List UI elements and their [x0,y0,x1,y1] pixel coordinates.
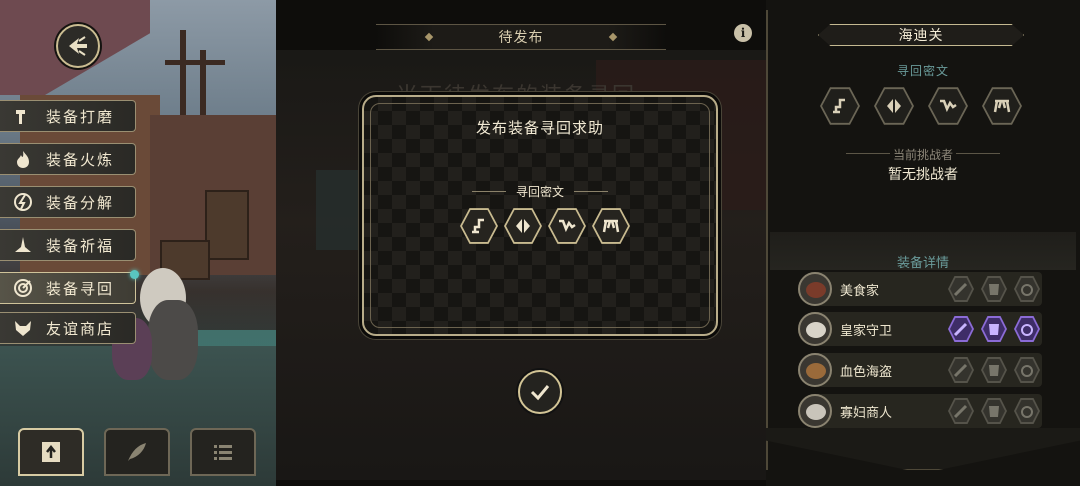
pray-icon [10,234,36,256]
equipment-slots [948,357,1040,383]
armor-slot-icon [981,276,1007,302]
scene-character-body [148,300,198,380]
equipment-row[interactable]: 血色海盗 [798,353,1042,387]
confirm-button[interactable] [518,370,562,414]
sword-slot-icon [948,398,974,424]
info-button[interactable]: i [734,24,752,42]
tab-pending-label: 待发布 [498,30,544,46]
armor-slot-icon [981,357,1007,383]
cipher-label: 寻回密文 [515,185,564,199]
equipment-owner-name: 美食家 [840,284,880,299]
notification-dot [130,270,139,279]
sidebar-item-shop[interactable]: 友谊商店 [0,312,136,344]
armor-slot-icon [981,398,1007,424]
rune-1-icon [820,87,860,125]
scene-crate [205,190,249,260]
upload-icon [42,442,60,462]
sidebar-item-recover[interactable]: 装备寻回 [0,270,139,304]
equipment-slots [948,316,1040,342]
ring-slot-icon [1014,316,1040,342]
ring-slot-icon [1014,357,1040,383]
target-icon [10,277,36,299]
sidebar-item-polish[interactable]: 装备打磨 [0,100,136,132]
fox-icon [10,317,36,339]
equipment-slots [948,398,1040,424]
rune-3-icon[interactable] [548,208,586,244]
sidebar-item-label: 装备火炼 [46,150,115,169]
publish-dialog: 发布装备寻回求助 寻回密文 [362,95,718,336]
feather-tab-button[interactable] [104,428,170,476]
challenger-value: 暂无挑战者 [888,167,958,183]
avatar [798,312,832,346]
dialog-title: 发布装备寻回求助 [475,119,604,137]
right-cipher-glyphs [820,86,1022,126]
challenger-section: 当前挑战者 [766,146,1080,163]
sidebar-item-label: 装备寻回 [46,279,115,298]
sidebar-item-label: 装备祈福 [46,236,115,255]
equipment-row[interactable]: 寡妇商人 [798,394,1042,428]
sidebar-item-forge[interactable]: 装备火炼 [0,143,136,175]
divider-line [956,153,1000,154]
divider-line [472,191,506,192]
divider-line [846,153,890,154]
ornament-diamond [424,32,434,42]
list-tab-button[interactable] [190,428,256,476]
rune-4-icon [982,87,1022,125]
equipment-slots [948,276,1040,302]
equipment-owner-name: 寡妇商人 [840,406,893,421]
challenger-label: 当前挑战者 [892,148,953,162]
equipment-details-label: 装备详情 [896,256,949,271]
tab-pending[interactable]: 待发布 [376,24,666,50]
ornament-diamond [608,32,618,42]
rune-1-icon[interactable] [460,208,498,244]
equipment-owner-name: 皇家守卫 [840,324,893,339]
equipment-row[interactable]: 美食家 [798,272,1042,306]
avatar [798,272,832,306]
ring-slot-icon [1014,276,1040,302]
equipment-owner-name: 血色海盗 [840,365,893,380]
divider-line [574,191,608,192]
feather-icon [128,443,146,461]
avatar [798,394,832,428]
rune-3-icon [928,87,968,125]
hammer-icon [10,105,36,127]
ring-slot-icon [1014,398,1040,424]
equipment-row[interactable]: 皇家守卫 [798,312,1042,346]
rune-2-icon[interactable] [504,208,542,244]
armor-slot-icon [981,316,1007,342]
sidebar-item-label: 友谊商店 [46,319,115,338]
avatar [798,353,832,387]
right-panel: 海迪关 寻回密文 当前挑战者 暂无挑战者 装备详情 美食家 皇家守卫 血色海盗 … [766,0,1080,486]
rune-2-icon [874,87,914,125]
right-cipher-label: 寻回密文 [896,64,949,78]
rune-4-icon[interactable] [592,208,630,244]
cipher-glyphs [460,207,630,245]
back-button[interactable] [56,24,100,68]
sidebar-item-label: 装备打磨 [46,107,115,126]
sword-slot-icon [948,276,974,302]
checkmark-icon [530,385,550,401]
sidebar-item-label: 装备分解 [46,193,115,212]
scene-beam [165,60,225,65]
upload-tab-button[interactable] [18,428,84,476]
sword-slot-icon [948,316,974,342]
sidebar-item-disassemble[interactable]: 装备分解 [0,186,136,218]
equipment-details-header: 装备详情 [770,232,1076,271]
location-title: 海迪关 [818,24,1024,46]
cipher-section: 寻回密文 [364,183,716,200]
back-arrow-icon [69,36,87,56]
flame-icon [10,148,36,170]
disassemble-icon [10,191,36,213]
list-icon [214,445,232,460]
sidebar-item-pray[interactable]: 装备祈福 [0,229,136,261]
sword-slot-icon [948,357,974,383]
